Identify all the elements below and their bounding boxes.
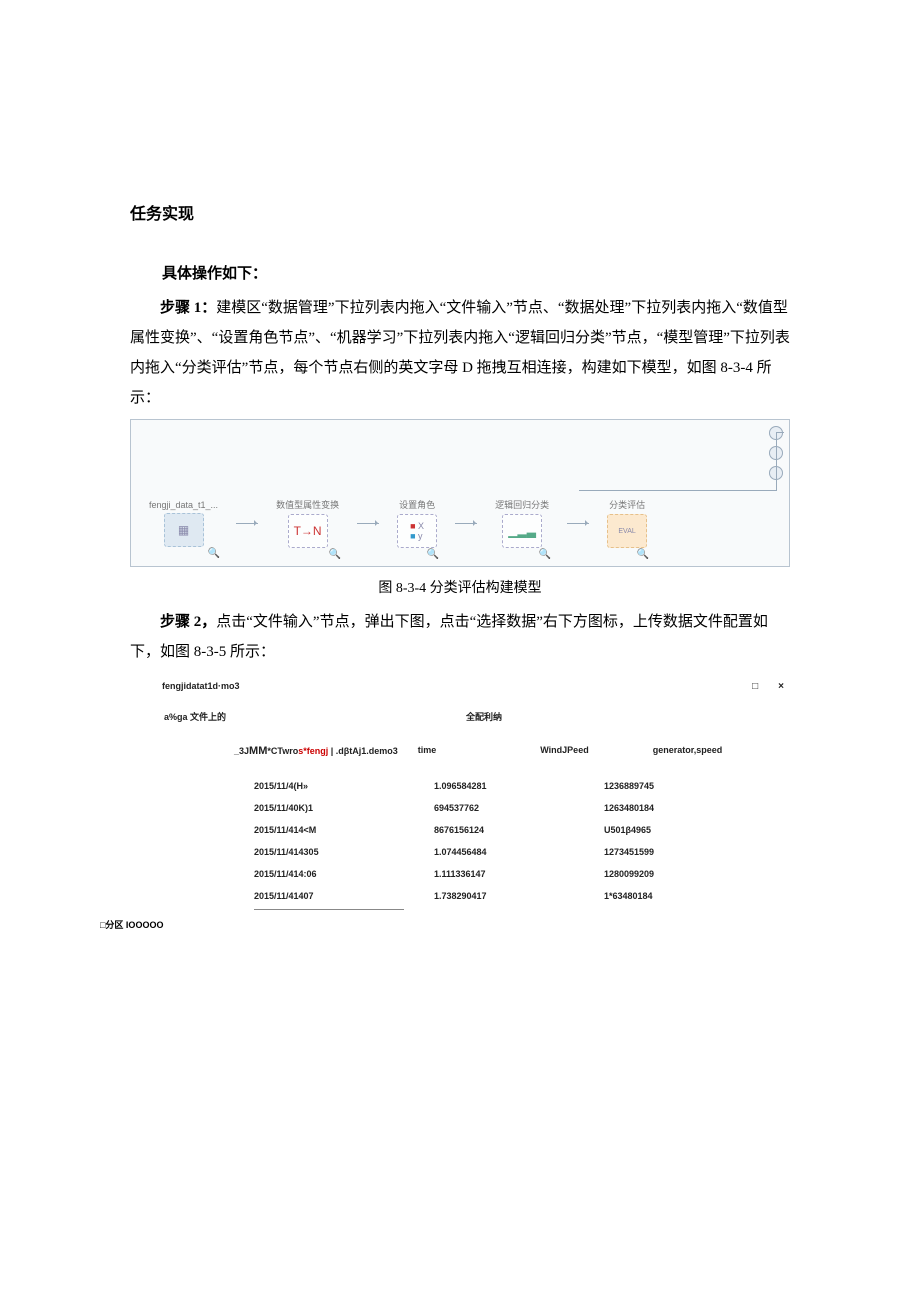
node-box: ■ X■ y — [397, 514, 437, 548]
connector-arrow — [455, 523, 477, 524]
transform-icon: T→N — [294, 524, 322, 538]
table-row: 2015/11/4(H» 1.096584281 1236889745 — [254, 775, 790, 797]
dialog-title: fengjidatat1d·mo3 — [162, 681, 240, 692]
node-box: ▁▂▃ — [502, 514, 542, 548]
col-path-frag: MM — [249, 745, 267, 757]
chart-icon: ▁▂▃ — [508, 524, 536, 538]
node-box: EVAL — [607, 514, 647, 548]
node-logistic-regression: 逻辑回归分类 ▁▂▃ 🔍 — [495, 498, 549, 548]
cell-gen: 1273451599 — [604, 847, 704, 857]
node-label: 数值型属性变换 — [276, 498, 339, 511]
cell-time: 2015/11/414:06 — [254, 869, 364, 879]
col-generator-speed: generator,speed — [653, 745, 723, 757]
connector-line — [776, 432, 784, 433]
table-row: 2015/11/414<M 8676156124 U501β4965 — [254, 819, 790, 841]
partition-note: □分区 IOOOOO — [100, 918, 163, 931]
connector-arrow — [567, 523, 589, 524]
cell-gen: 1*63480184 — [604, 891, 704, 901]
node-eval: 分类评估 EVAL 🔍 — [607, 498, 647, 548]
step-2-paragraph: 步骤 2，点击“文件输入”节点，弹出下图，点击“选择数据”右下方图标，上传数据文… — [130, 607, 790, 667]
sub-heading: 具体操作如下： — [162, 262, 790, 283]
magnifier-icon: 🔍 — [637, 549, 649, 560]
cell-time: 2015/11/414<M — [254, 825, 364, 835]
step-1-text: 建模区“数据管理”下拉列表内拖入“文件输入”节点、“数据处理”下拉列表内拖入“数… — [130, 300, 790, 406]
step-2-text: 点击“文件输入”节点，弹出下图，点击“选择数据”右下方图标，上传数据文件配置如下… — [130, 614, 768, 660]
figure-8-3-4-caption: 图 8-3-4 分类评估构建模型 — [130, 577, 790, 597]
col-path-frag: _3J — [234, 746, 249, 756]
cell-wind: 1.738290417 — [434, 891, 534, 901]
cell-time: 2015/11/40K)1 — [254, 803, 364, 813]
diagram-node-row: fengji_data_t1_... ▦ 🔍 数值型属性变换 T→N 🔍 设置角… — [149, 498, 647, 548]
node-numeric-transform: 数值型属性变换 T→N 🔍 — [276, 498, 339, 548]
window-close-icon[interactable]: × — [778, 681, 784, 692]
window-minimize-icon[interactable]: □ — [752, 681, 758, 692]
col-time: time — [418, 745, 437, 757]
table-row: 2015/11/414:06 1.111336147 1280099209 — [254, 863, 790, 885]
node-label: 设置角色 — [399, 498, 435, 511]
step-1-label: 步骤 1： — [160, 300, 216, 316]
connector-line — [776, 432, 777, 490]
dialog-left-label: a%ga 文件上的 — [164, 710, 226, 723]
dialog-right-label: 全配利纳 — [466, 710, 502, 723]
node-box: T→N — [288, 514, 328, 548]
section-title: 任务实现 — [130, 200, 790, 224]
magnifier-icon: 🔍 — [208, 548, 220, 559]
magnifier-icon: 🔍 — [329, 549, 341, 560]
cell-gen: 1236889745 — [604, 781, 704, 791]
cell-time: 2015/11/4(H» — [254, 781, 364, 791]
col-path: _3JMM*CTwros*fengj | .dβtAj1.demo3 — [234, 745, 398, 757]
node-label: 分类评估 — [609, 498, 645, 511]
magnifier-icon: 🔍 — [427, 549, 439, 560]
magnifier-icon: 🔍 — [539, 549, 551, 560]
table-row: 2015/11/41407 1.738290417 1*63480184 — [254, 885, 790, 907]
table-underline — [254, 909, 404, 910]
connector-line — [579, 490, 777, 491]
col-windspeed: WindJPeed — [540, 745, 588, 757]
role-icon: ■ X■ y — [410, 521, 424, 541]
cell-wind: 8676156124 — [434, 825, 534, 835]
cell-gen: U501β4965 — [604, 825, 704, 835]
cell-gen: 1263480184 — [604, 803, 704, 813]
cell-gen: 1280099209 — [604, 869, 704, 879]
cell-time: 2015/11/41407 — [254, 891, 364, 901]
step-2-label: 步骤 2， — [160, 614, 216, 630]
cell-wind: 1.074456484 — [434, 847, 534, 857]
dialog-titlebar: fengjidatat1d·mo3 □ × — [156, 681, 790, 710]
table-row: 2015/11/414305 1.074456484 1273451599 — [254, 841, 790, 863]
dialog-subheader: a%ga 文件上的 全配利纳 — [156, 710, 790, 745]
file-input-dialog: fengjidatat1d·mo3 □ × a%ga 文件上的 全配利纳 _3J… — [156, 681, 790, 910]
connector-arrow — [236, 523, 258, 524]
node-set-role: 设置角色 ■ X■ y 🔍 — [397, 498, 437, 548]
cell-wind: 1.111336147 — [434, 869, 534, 879]
node-file-input: fengji_data_t1_... ▦ 🔍 — [149, 500, 218, 547]
cell-wind: 1.096584281 — [434, 781, 534, 791]
table-icon: ▦ — [178, 523, 189, 537]
dialog-column-header: _3JMM*CTwros*fengj | .dβtAj1.demo3 time … — [156, 745, 790, 757]
cell-time: 2015/11/414305 — [254, 847, 364, 857]
eval-icon: EVAL — [618, 528, 635, 535]
step-1-paragraph: 步骤 1：建模区“数据管理”下拉列表内拖入“文件输入”节点、“数据处理”下拉列表… — [130, 293, 790, 413]
data-table: 2015/11/4(H» 1.096584281 1236889745 2015… — [156, 775, 790, 907]
node-box: ▦ — [164, 513, 204, 547]
cell-wind: 694537762 — [434, 803, 534, 813]
col-path-frag: | .dβtAj1.demo3 — [328, 746, 398, 756]
col-path-frag: s*fengj — [298, 746, 328, 756]
node-label: 逻辑回归分类 — [495, 498, 549, 511]
col-path-frag: *CTwro — [267, 746, 298, 756]
model-diagram: fengji_data_t1_... ▦ 🔍 数值型属性变换 T→N 🔍 设置角… — [130, 419, 790, 567]
node-label: fengji_data_t1_... — [149, 500, 218, 510]
table-row: 2015/11/40K)1 694537762 1263480184 — [254, 797, 790, 819]
connector-arrow — [357, 523, 379, 524]
